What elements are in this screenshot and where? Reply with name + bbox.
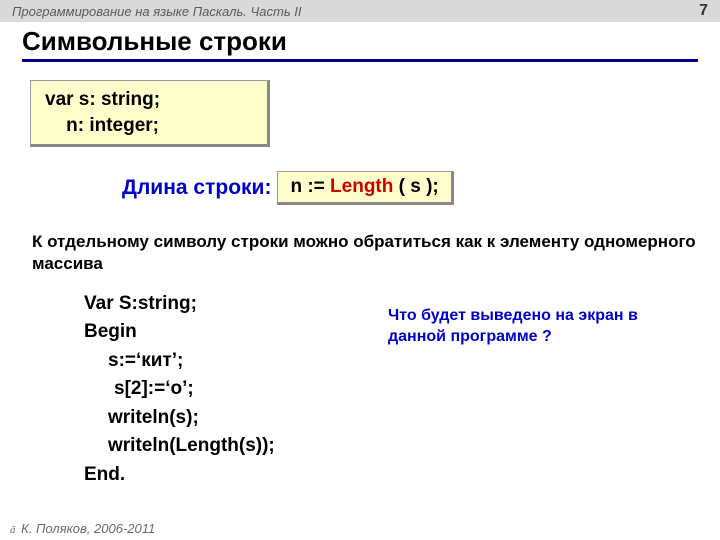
var-declaration-box: var s: string; n: integer; [30,80,270,147]
length-prefix: n := [290,176,330,197]
length-expression-box: n := Length ( s ); [277,171,453,205]
length-row: Длина строки: n := Length ( s ); [122,171,698,205]
slide-content: Символьные строки var s: string; n: inte… [0,22,720,489]
var-line-1: var s: string; [45,87,253,113]
header-bar: Программирование на языке Паскаль. Часть… [0,0,720,22]
length-suffix: ( s ); [393,176,438,197]
page-number: 7 [699,2,708,20]
header-title: Программирование на языке Паскаль. Часть… [12,4,302,19]
code-line-4: s[2]:=‘о’; [84,375,698,404]
length-keyword: Length [330,176,393,197]
title-underline [22,59,698,62]
code-line-3: s:=‘кит’; [84,347,698,376]
slide-title: Символьные строки [22,26,698,57]
footer: ã К. Поляков, 2006-2011 [10,521,155,536]
code-line-5: writeln(s); [84,404,698,433]
length-label: Длина строки: [122,176,271,200]
var-line-2: n: integer; [45,113,253,139]
code-line-6: writeln(Length(s)); [84,432,698,461]
code-line-7: End. [84,461,698,490]
question-text: Что будет выведено на экран в данной про… [388,306,688,348]
footer-text: К. Поляков, 2006-2011 [21,521,155,536]
description-paragraph: К отдельному символу строки можно обрати… [32,231,698,274]
copyright-icon: ã [10,524,16,536]
